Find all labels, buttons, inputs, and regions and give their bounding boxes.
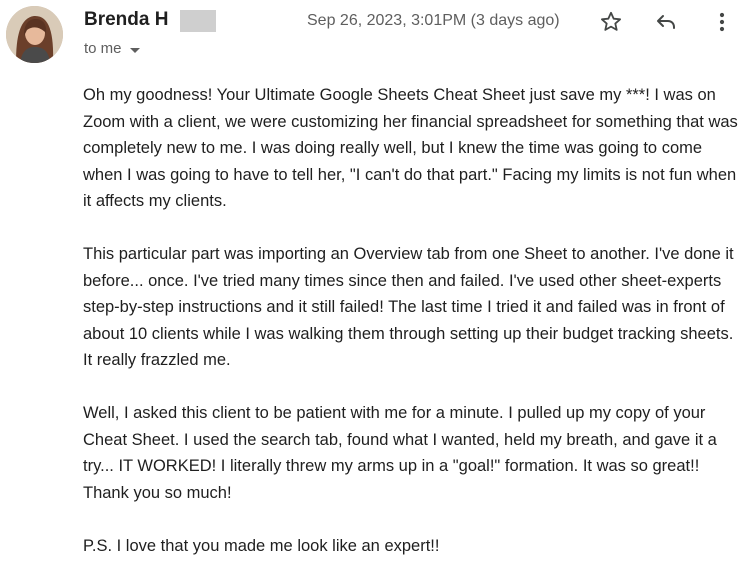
email-paragraph: This particular part was importing an Ov… [83,245,734,369]
reply-icon [657,15,675,29]
recipient-label: to me [84,40,122,57]
email-paragraph: P.S. I love that you made me look like a… [83,536,440,555]
profile-photo-icon [6,6,63,63]
name-redaction [180,10,216,32]
star-button[interactable] [597,8,625,36]
email-paragraph: Well, I asked this client to be patient … [83,404,717,502]
reply-button[interactable] [652,8,680,36]
sender-avatar[interactable] [6,6,63,63]
more-options-button[interactable] [708,8,736,36]
recipient-dropdown[interactable]: to me [84,40,140,58]
chevron-down-icon [129,47,140,53]
email-paragraph: Oh my goodness! Your Ultimate Google She… [83,86,738,210]
star-icon [601,11,621,31]
more-vert-icon [719,12,725,32]
email-date: Sep 26, 2023, 3:01PM (3 days ago) [307,12,560,29]
email-header: Brenda H to me Sep 26, 2023, 3:01PM (3 d… [0,0,750,70]
email-body: Oh my goodness! Your Ultimate Google She… [83,82,743,559]
sender-name[interactable]: Brenda H [84,9,168,31]
